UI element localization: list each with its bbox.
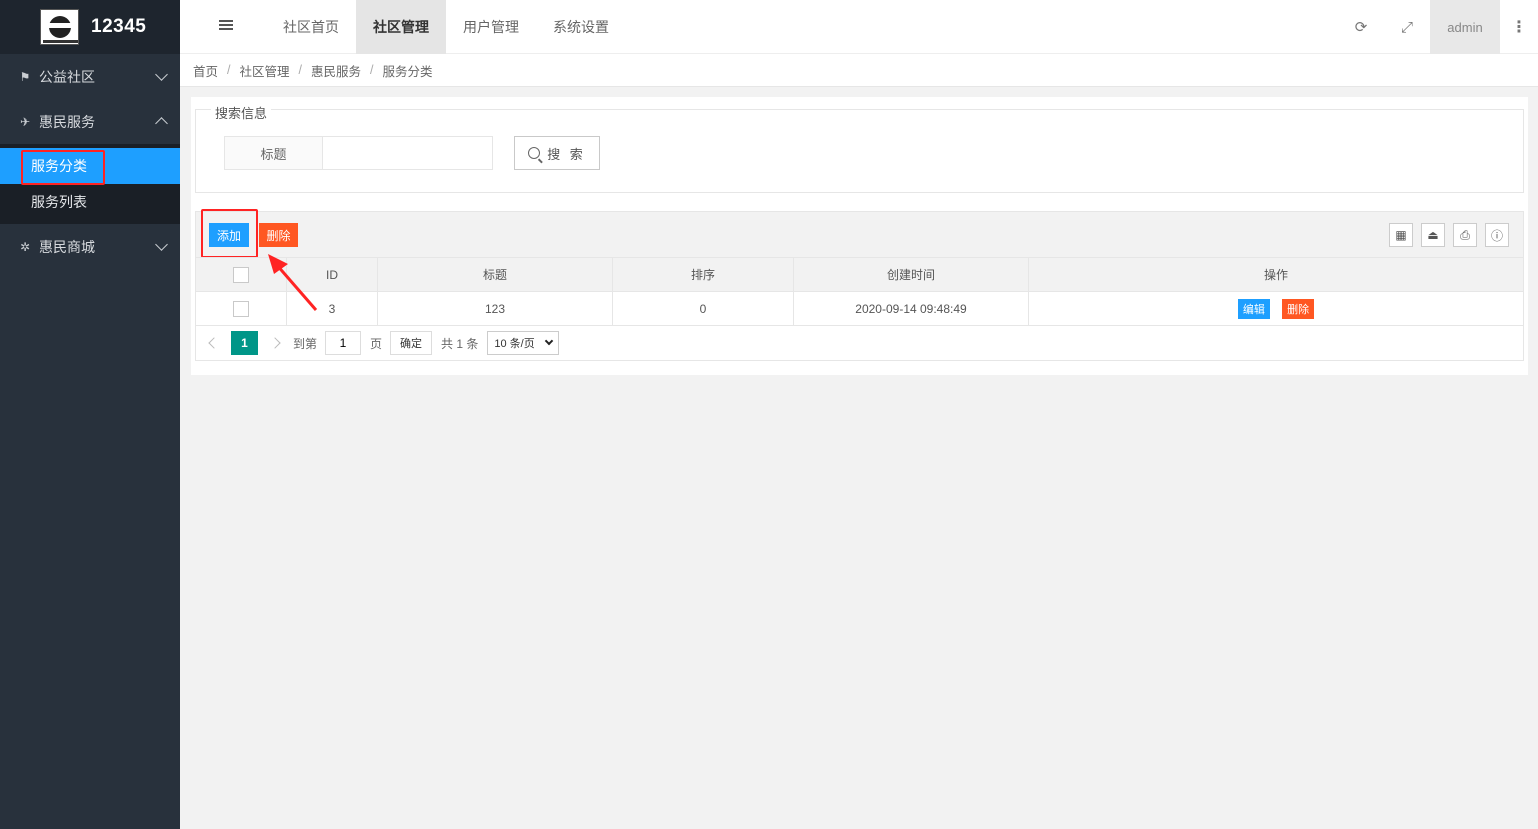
cell-actions: 编辑 删除	[1028, 291, 1524, 326]
pagination: 1 到第 页 确定 共 1 条 10 条/页	[195, 326, 1524, 361]
column-header-title[interactable]: 标题	[377, 257, 613, 292]
refresh-icon[interactable]: ⟳	[1338, 0, 1384, 54]
sidebar-subitem-label: 服务列表	[31, 194, 87, 210]
flag-icon: ⚑	[19, 69, 31, 84]
logo-image	[40, 9, 79, 45]
search-button-label: 搜 索	[547, 146, 586, 162]
breadcrumb-item-home[interactable]: 首页	[193, 61, 218, 80]
sidebar-item-label: 公益社区	[39, 68, 95, 85]
table-toolbar: 添加 删除 ▦ ⏏ ⎙ ⓘ	[195, 209, 1524, 258]
highlight-box	[21, 150, 105, 185]
more-vertical-icon[interactable]: ⋮	[1500, 0, 1538, 54]
sparkle-icon: ✲	[19, 239, 31, 254]
sidebar-item-public-community[interactable]: ⚑ 公益社区	[0, 54, 180, 99]
table-tools: ▦ ⏏ ⎙ ⓘ	[1381, 223, 1509, 247]
column-header-created[interactable]: 创建时间	[793, 257, 1029, 292]
add-button[interactable]: 添加	[209, 223, 249, 247]
sidebar-subitem-service-category[interactable]: 服务分类	[0, 148, 180, 185]
table-row: 3 123 0 2020-09-14 09:48:49 编辑 删除	[195, 291, 1524, 326]
tab-user-management[interactable]: 用户管理	[446, 0, 536, 54]
data-table: ID 标题 排序 创建时间 操作 3 123 0 2020-09-14 09:4…	[195, 257, 1524, 326]
select-all-checkbox[interactable]	[233, 266, 249, 283]
app-title: 12345	[91, 16, 147, 37]
next-page-icon[interactable]	[269, 337, 281, 349]
tab-community-management[interactable]: 社区管理	[356, 0, 446, 54]
prev-page-icon[interactable]	[208, 337, 220, 349]
current-page-button[interactable]: 1	[231, 331, 258, 355]
sidebar-subitem-service-list[interactable]: 服务列表	[0, 184, 180, 220]
cell-title: 123	[377, 291, 613, 326]
page-size-value: 10 条/页	[494, 338, 535, 350]
search-legend: 搜索信息	[211, 103, 272, 122]
batch-delete-button[interactable]: 删除	[259, 223, 298, 247]
goto-confirm-button[interactable]: 确定	[390, 331, 433, 355]
header-actions: ⟳ ⤢ admin ⋮	[1338, 0, 1538, 54]
content-card: 搜索信息 标题 搜 索 添加 删除 ▦ ⏏ ⎙ ⓘ ID 标题 排序 创建时间 …	[191, 97, 1528, 375]
breadcrumb-item-current: 服务分类	[382, 64, 433, 79]
sidebar-item-label: 惠民服务	[39, 113, 95, 130]
title-field-label: 标题	[224, 136, 323, 170]
breadcrumb-item[interactable]: 惠民服务	[311, 61, 361, 80]
column-header-actions: 操作	[1028, 257, 1524, 292]
chevron-up-icon	[155, 117, 168, 130]
columns-filter-icon[interactable]: ▦	[1389, 223, 1413, 247]
tab-system-settings[interactable]: 系统设置	[536, 0, 626, 54]
total-count: 共 1 条	[441, 336, 479, 351]
page-unit-label: 页	[370, 336, 383, 351]
chevron-down-icon	[545, 336, 554, 346]
page-size-select[interactable]: 10 条/页	[487, 331, 560, 355]
info-icon[interactable]: ⓘ	[1485, 223, 1509, 247]
search-fieldset: 搜索信息 标题 搜 索	[195, 103, 1524, 193]
breadcrumb: 首页 / 社区管理 / 惠民服务 / 服务分类	[180, 54, 1538, 87]
fullscreen-icon[interactable]: ⤢	[1384, 0, 1430, 54]
user-menu[interactable]: admin	[1430, 0, 1500, 54]
chevron-down-icon	[155, 68, 168, 81]
export-icon[interactable]: ⏏	[1421, 223, 1445, 247]
goto-page-input[interactable]	[325, 331, 362, 355]
top-header: 社区首页 社区管理 用户管理 系统设置 ⟳ ⤢ admin ⋮	[180, 0, 1538, 54]
title-search-input[interactable]	[322, 136, 493, 170]
sidebar-submenu: 服务分类 服务列表	[0, 144, 180, 224]
chevron-down-icon	[155, 238, 168, 251]
cell-created: 2020-09-14 09:48:49	[793, 291, 1029, 326]
cell-sort: 0	[612, 291, 794, 326]
plane-icon: ✈	[19, 114, 31, 129]
table-header-row: ID 标题 排序 创建时间 操作	[195, 257, 1524, 292]
tab-community-home[interactable]: 社区首页	[266, 0, 356, 54]
sidebar: 12345 ⚑ 公益社区 ✈ 惠民服务 服务分类 服务列表 ✲ 惠民商城	[0, 0, 180, 829]
top-tabs: 社区首页 社区管理 用户管理 系统设置	[266, 0, 626, 54]
search-button[interactable]: 搜 索	[514, 136, 600, 170]
goto-label: 到第	[293, 336, 318, 351]
sidebar-item-mall[interactable]: ✲ 惠民商城	[0, 224, 180, 269]
sidebar-item-label: 惠民商城	[39, 238, 95, 255]
logo-area: 12345	[0, 0, 180, 54]
print-icon[interactable]: ⎙	[1453, 223, 1477, 247]
row-delete-button[interactable]: 删除	[1282, 298, 1315, 319]
menu-toggle-icon[interactable]	[219, 20, 233, 32]
breadcrumb-item[interactable]: 社区管理	[240, 61, 290, 80]
search-icon	[528, 147, 541, 159]
column-header-sort[interactable]: 排序	[612, 257, 794, 292]
annotation-arrow-icon	[268, 254, 318, 311]
row-checkbox[interactable]	[233, 300, 249, 317]
sidebar-item-services[interactable]: ✈ 惠民服务	[0, 99, 180, 144]
row-edit-button[interactable]: 编辑	[1237, 298, 1270, 319]
